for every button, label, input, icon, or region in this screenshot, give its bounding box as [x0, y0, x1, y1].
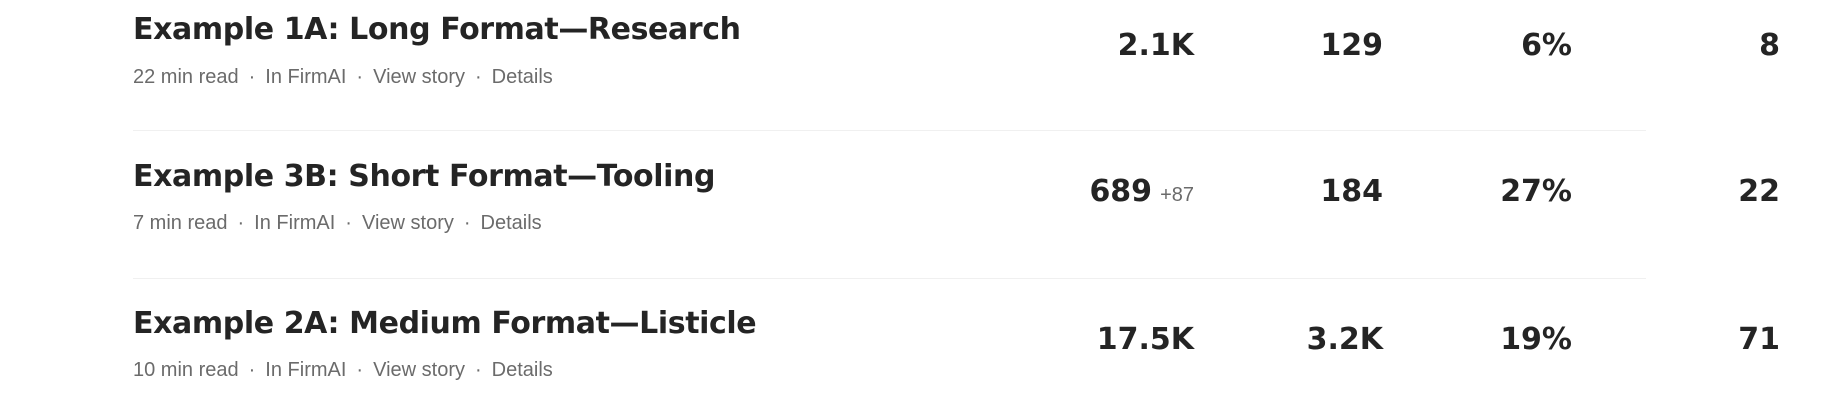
reads-count: 129: [1320, 28, 1383, 63]
view-story-link[interactable]: View story: [373, 359, 465, 382]
reads-count: 3.2K: [1306, 322, 1383, 357]
story-stats-list: Example 1A: Long Format—Research 22 min …: [133, 0, 1780, 402]
views-value: 17.5K: [1096, 322, 1194, 357]
views-delta: +87: [1160, 184, 1194, 206]
story-row: Example 1A: Long Format—Research 22 min …: [133, 0, 1780, 131]
details-link[interactable]: Details: [492, 66, 553, 89]
fans-count: 71: [1738, 322, 1780, 357]
read-ratio: 27%: [1500, 174, 1572, 209]
read-time: 22 min read: [133, 66, 239, 88]
meta-separator: ·: [345, 212, 352, 234]
meta-separator: ·: [356, 66, 364, 88]
read-time: 7 min read: [133, 212, 228, 234]
story-meta: 10 min read · In FirmAI · View story · D…: [133, 359, 553, 382]
reads-count: 184: [1320, 174, 1383, 209]
story-row: Example 2A: Medium Format—Listicle 10 mi…: [133, 279, 1780, 402]
read-ratio: 19%: [1500, 322, 1572, 357]
read-ratio: 6%: [1521, 28, 1572, 63]
views-count: 689 +87: [1089, 174, 1194, 209]
publication-link[interactable]: In FirmAI: [265, 359, 346, 382]
publication-link[interactable]: In FirmAI: [254, 212, 335, 235]
meta-separator: ·: [463, 212, 471, 234]
views-count: 17.5K: [1097, 322, 1194, 357]
story-title[interactable]: Example 2A: Medium Format—Listicle: [133, 306, 757, 341]
meta-separator: ·: [237, 212, 245, 234]
meta-separator: ·: [356, 359, 364, 381]
story-title[interactable]: Example 3B: Short Format—Tooling: [133, 159, 715, 194]
publication-link[interactable]: In FirmAI: [265, 66, 346, 89]
story-row: Example 3B: Short Format—Tooling 7 min r…: [133, 131, 1780, 279]
details-link[interactable]: Details: [481, 212, 542, 235]
meta-separator: ·: [248, 359, 256, 381]
meta-separator: ·: [474, 359, 482, 381]
view-story-link[interactable]: View story: [373, 66, 465, 89]
details-link[interactable]: Details: [492, 359, 553, 382]
view-story-link[interactable]: View story: [362, 212, 454, 235]
meta-separator: ·: [248, 66, 256, 88]
fans-count: 8: [1759, 28, 1780, 63]
story-meta: 7 min read · In FirmAI · View story · De…: [133, 212, 542, 235]
story-meta: 22 min read · In FirmAI · View story · D…: [133, 66, 553, 89]
fans-count: 22: [1738, 174, 1780, 209]
views-count: 2.1K: [1118, 28, 1194, 63]
read-time: 10 min read: [133, 359, 239, 381]
views-value: 2.1K: [1117, 28, 1194, 63]
views-value: 689: [1089, 174, 1153, 209]
story-title[interactable]: Example 1A: Long Format—Research: [133, 12, 741, 47]
meta-separator: ·: [474, 66, 482, 88]
